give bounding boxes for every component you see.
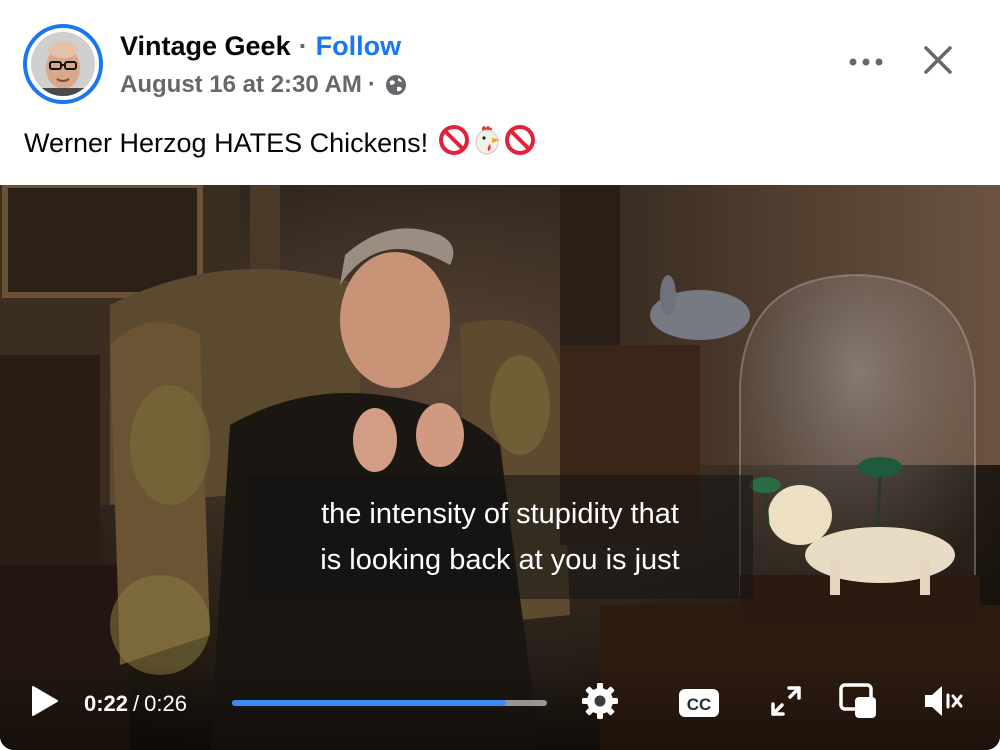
follow-button[interactable]: Follow xyxy=(316,31,401,62)
muted-speaker-icon xyxy=(922,683,966,724)
fullscreen-button[interactable] xyxy=(765,682,807,724)
settings-button[interactable] xyxy=(578,681,622,725)
picture-in-picture-button[interactable] xyxy=(836,681,880,725)
author-line: Vintage Geek · Follow xyxy=(120,30,401,62)
post-meta: August 16 at 2:30 AM · xyxy=(120,70,408,100)
mute-button[interactable] xyxy=(920,681,968,725)
prohibited-icon xyxy=(438,124,470,163)
avatar-photo xyxy=(31,32,95,96)
more-options-button[interactable] xyxy=(842,42,890,82)
more-horizontal-icon xyxy=(849,53,883,71)
captions-button[interactable]: CC xyxy=(677,683,721,723)
duration: 0:26 xyxy=(144,691,187,716)
captions-icon: CC xyxy=(679,689,719,717)
progress-bar[interactable] xyxy=(232,700,547,706)
post-timestamp[interactable]: August 16 at 2:30 AM xyxy=(120,71,362,99)
separator-dot: · xyxy=(298,30,308,61)
post-caption: Werner Herzog HATES Chickens! xyxy=(24,124,536,162)
fullscreen-icon xyxy=(769,684,803,723)
chicken-icon xyxy=(470,124,504,163)
time-display: 0:22 / 0:26 xyxy=(84,689,187,719)
prohibited-icon xyxy=(504,124,536,163)
captions-label: CC xyxy=(687,695,712,714)
subtitle-line-2: is looking back at you is just xyxy=(320,544,680,576)
gear-icon xyxy=(580,681,620,726)
author-name[interactable]: Vintage Geek xyxy=(120,31,291,62)
video-post: Vintage Geek · Follow August 16 at 2:30 … xyxy=(0,0,1000,750)
meta-separator: · xyxy=(367,71,376,98)
video-player[interactable]: the intensity of stupidity that is looki… xyxy=(0,185,1000,750)
play-icon xyxy=(29,685,59,722)
video-controls: 0:22 / 0:26 CC xyxy=(0,665,1000,750)
close-button[interactable] xyxy=(914,38,962,86)
subtitle-line-1: the intensity of stupidity that xyxy=(321,498,679,530)
picture-in-picture-icon xyxy=(838,682,878,725)
close-icon xyxy=(923,45,953,80)
globe-icon[interactable] xyxy=(384,73,408,97)
caption-text: Werner Herzog HATES Chickens! xyxy=(24,127,429,158)
caption-emojis xyxy=(438,124,536,163)
time-separator: / xyxy=(133,691,140,716)
subtitle-box: the intensity of stupidity that is looki… xyxy=(247,475,753,599)
post-header: Vintage Geek · Follow August 16 at 2:30 … xyxy=(0,0,1000,185)
current-time: 0:22 xyxy=(84,691,129,716)
progress-fill xyxy=(232,700,507,706)
avatar[interactable] xyxy=(23,24,103,104)
play-button[interactable] xyxy=(24,683,64,723)
